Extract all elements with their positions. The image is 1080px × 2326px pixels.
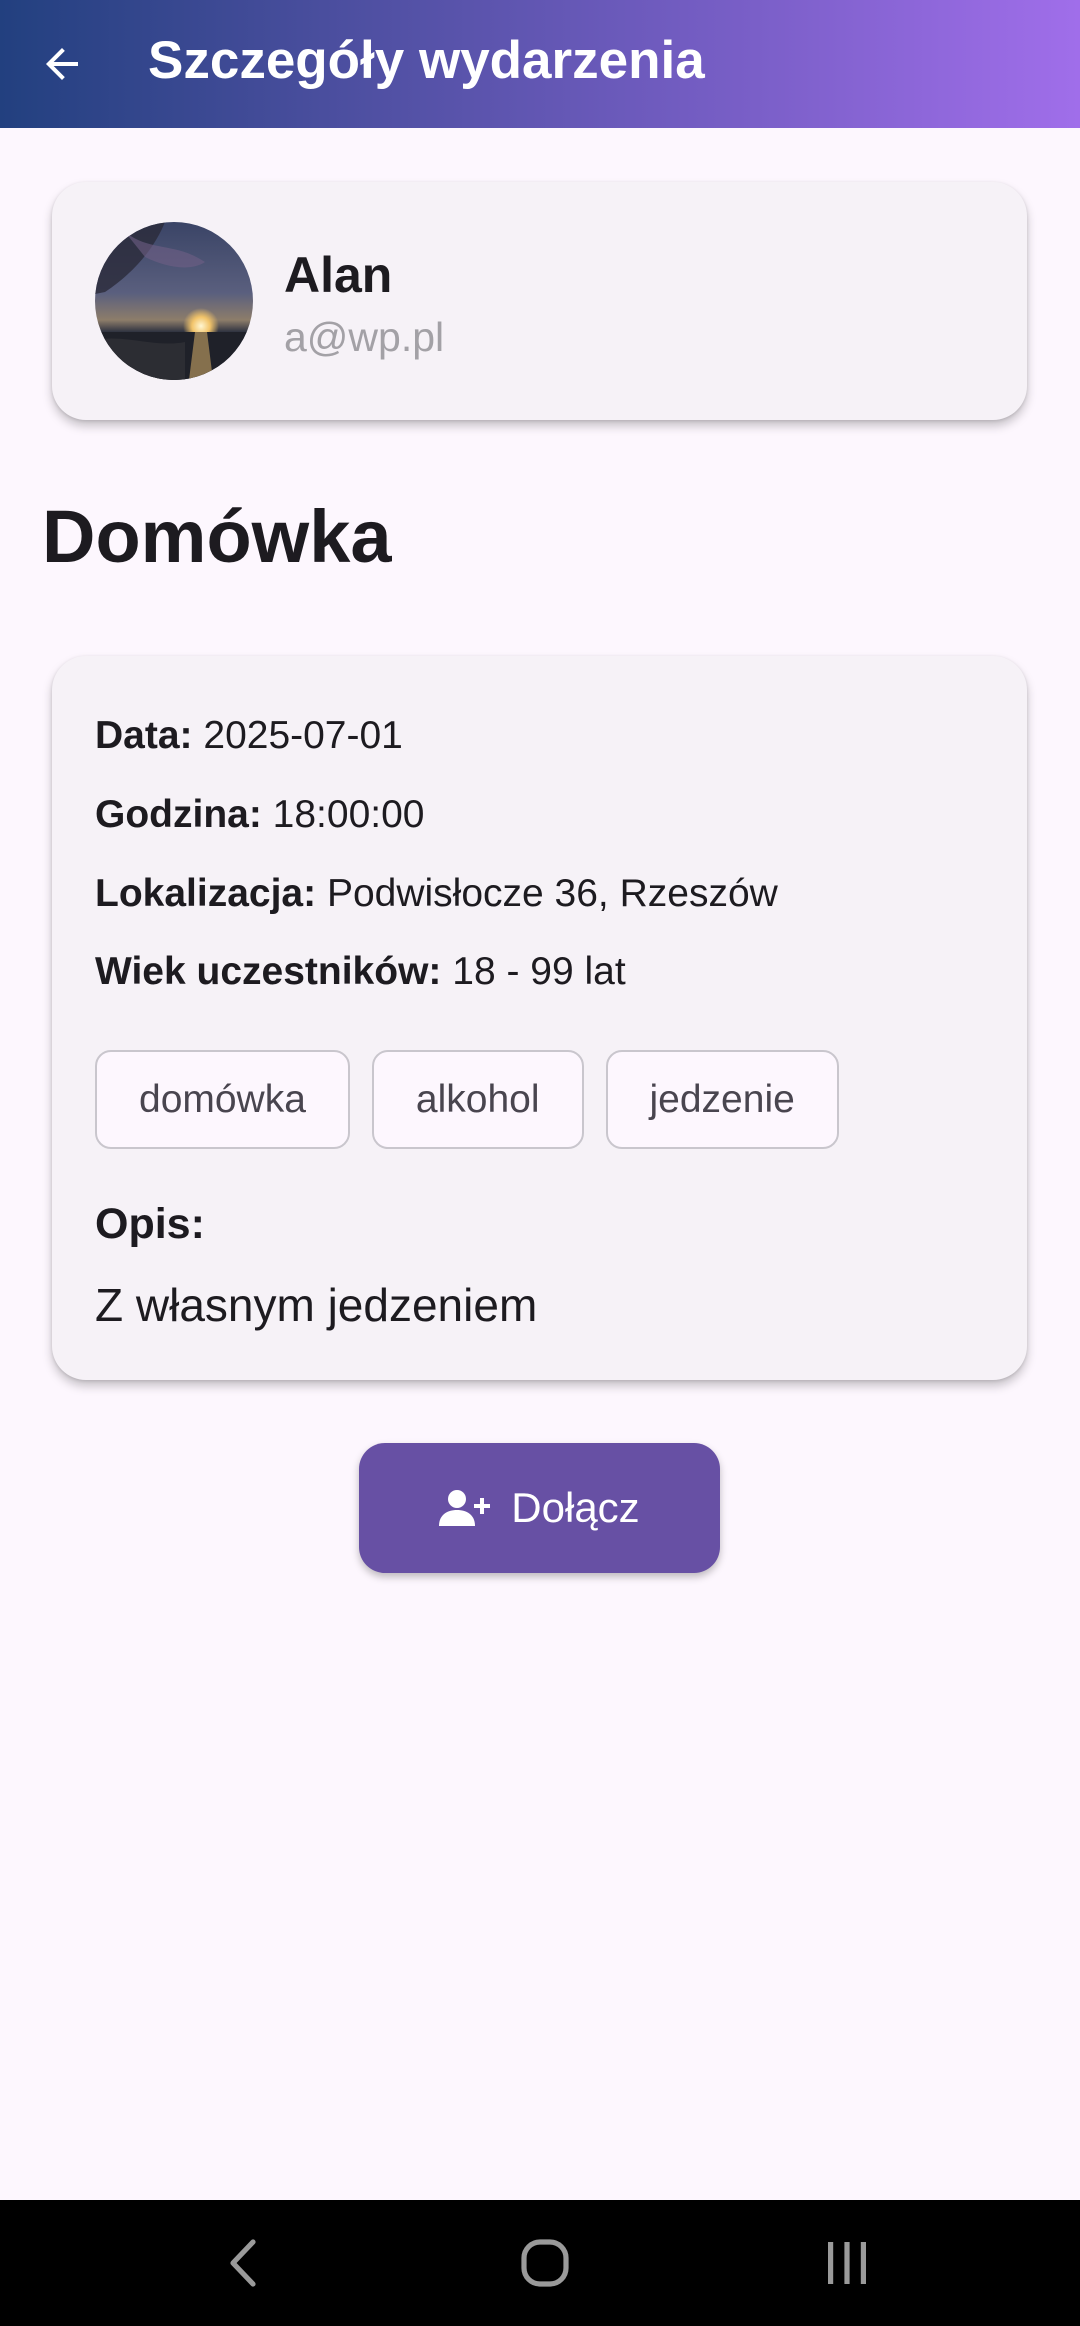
system-home-button[interactable] [465,2200,625,2326]
join-button-label: Dołącz [511,1484,640,1531]
organizer-card: Alan a@wp.pl [52,182,1027,420]
organizer-email: a@wp.pl [284,314,445,360]
nav-recents-icon [828,2242,866,2284]
arrow-left-icon [46,48,78,80]
time-row: Godzina: 18:00:00 [95,793,424,837]
join-button[interactable]: Dołącz [359,1443,720,1573]
nav-home-icon [521,2239,569,2287]
date-row: Data: 2025-07-01 [95,714,403,758]
date-label: Data: [95,714,193,757]
tag-chips: domówka alkohol jedzenie [95,1050,839,1149]
page-title: Szczegóły wydarzenia [148,31,705,90]
person-add-icon [439,1490,491,1526]
system-back-button[interactable] [163,2200,323,2326]
age-row: Wiek uczestników: 18 - 99 lat [95,950,626,994]
location-value: Podwisłocze 36, Rzeszów [326,872,778,915]
event-details-card: Data: 2025-07-01 Godzina: 18:00:00 Lokal… [52,656,1027,1380]
tag-chip[interactable]: jedzenie [605,1050,839,1149]
system-recents-button[interactable] [767,2200,927,2326]
event-title: Domówka [42,495,392,578]
age-label: Wiek uczestników: [95,950,442,993]
description-text: Z własnym jedzeniem [95,1279,538,1331]
age-value: 18 - 99 lat [452,950,626,993]
time-label: Godzina: [95,793,262,836]
back-button[interactable] [22,24,102,104]
tag-chip[interactable]: domówka [95,1050,350,1149]
location-label: Lokalizacja: [95,872,317,915]
date-value: 2025-07-01 [203,714,403,757]
organizer-name: Alan [284,247,393,303]
time-value: 18:00:00 [272,793,425,836]
description-label: Opis: [95,1200,205,1248]
location-row: Lokalizacja: Podwisłocze 36, Rzeszów [95,872,778,916]
tag-chip[interactable]: alkohol [371,1050,584,1149]
system-nav-bar [0,2200,1080,2326]
app-bar: Szczegóły wydarzenia [0,0,1080,128]
avatar [95,222,253,380]
nav-back-icon [230,2239,256,2287]
